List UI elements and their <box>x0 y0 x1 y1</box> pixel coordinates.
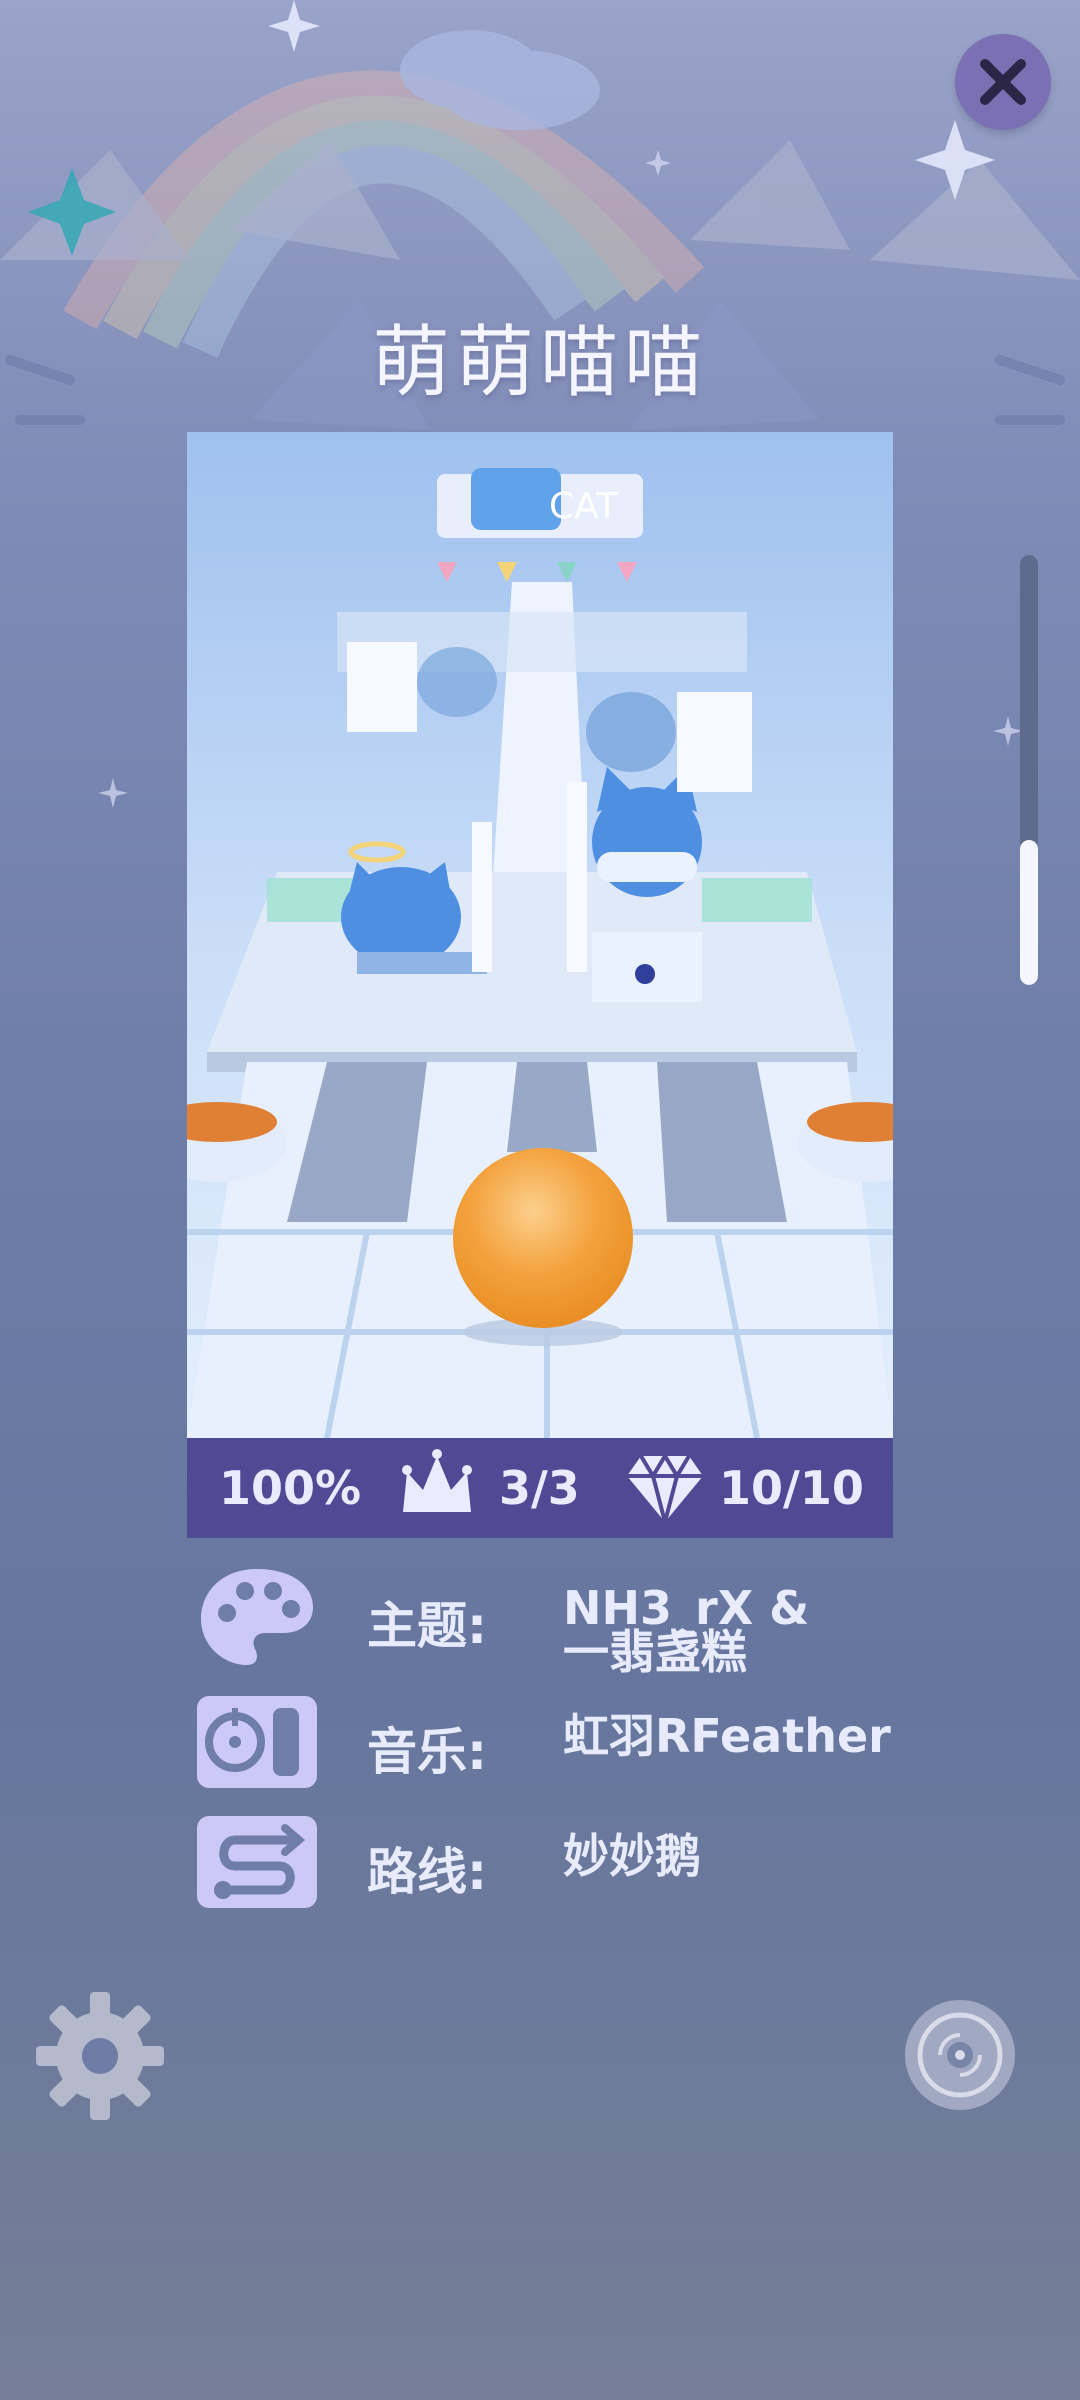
level-scrollbar[interactable] <box>1020 555 1038 985</box>
crown-icon <box>402 1449 472 1512</box>
info-row-music: 音乐: 虹羽RFeather <box>195 1692 995 1792</box>
settings-button[interactable] <box>34 1990 166 2122</box>
gear-icon <box>36 1992 164 2120</box>
info-value-route: 妙妙鹅 <box>563 1829 701 1883</box>
crowns-count: 3/3 <box>499 1461 580 1515</box>
info-label-theme: 主题: <box>367 1597 487 1655</box>
close-button[interactable] <box>955 34 1051 130</box>
progress-percent: 100% <box>219 1461 362 1515</box>
music-disc-icon <box>917 2012 1003 2098</box>
info-label-route: 路线: <box>367 1843 487 1901</box>
palette-icon <box>201 1569 313 1665</box>
cat-sign-text: CAT <box>549 486 619 527</box>
scrollbar-thumb[interactable] <box>1020 840 1038 985</box>
level-preview-scene: CAT <box>187 432 893 1438</box>
info-value-theme-line2: 一翡盏糕 <box>563 1625 747 1679</box>
level-stats-bar: 100% 3/3 10/10 <box>187 1438 893 1538</box>
route-icon <box>197 1816 317 1908</box>
info-value-music: 虹羽RFeather <box>563 1709 891 1763</box>
diamond-icon <box>627 1452 703 1526</box>
level-preview-image[interactable]: CAT <box>187 432 893 1438</box>
info-row-route: 路线: 妙妙鹅 <box>195 1812 995 1912</box>
info-row-theme: 主题: NH3_rX & 一翡盏糕 <box>195 1568 995 1675</box>
info-value-theme-line1: NH3_rX & <box>563 1581 810 1635</box>
gems-count: 10/10 <box>719 1461 864 1515</box>
music-player-icon <box>197 1696 317 1788</box>
music-button[interactable] <box>905 2000 1015 2110</box>
close-icon <box>980 59 1026 105</box>
info-label-music: 音乐: <box>367 1723 487 1781</box>
level-title: 萌萌喵喵 <box>371 318 708 408</box>
